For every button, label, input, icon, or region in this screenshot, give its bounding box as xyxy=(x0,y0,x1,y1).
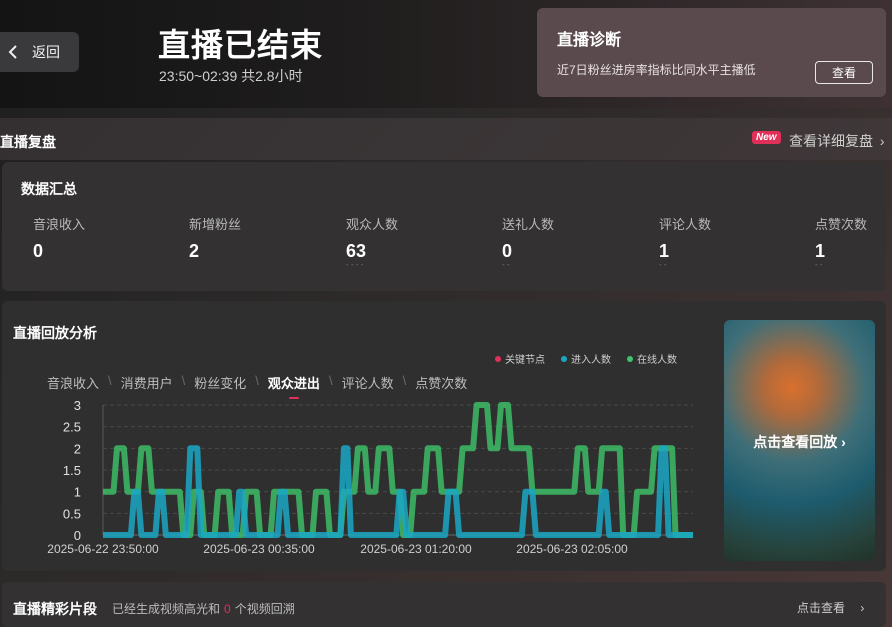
highlight-clips-card: 直播精彩片段 已经生成视频高光和 0 个视频回溯 点击查看 › xyxy=(2,582,886,627)
clips-view-link-label: 点击查看 xyxy=(797,601,846,615)
y-tick-label: 0.5 xyxy=(63,506,81,521)
replay-thumbnail[interactable]: 点击查看回放 › xyxy=(724,320,875,561)
x-tick-label: 2025-06-23 01:20:00 xyxy=(360,542,472,556)
clips-count: 0 xyxy=(224,602,231,616)
chevron-right-icon: › xyxy=(841,434,846,450)
replay-label: 点击查看回放 › xyxy=(753,434,846,450)
y-tick-label: 2 xyxy=(74,441,81,456)
y-tick-label: 1.5 xyxy=(63,463,81,478)
y-tick-label: 1 xyxy=(74,485,81,500)
highlight-clips-title: 直播精彩片段 xyxy=(13,601,97,617)
y-tick-label: 2.5 xyxy=(63,420,81,435)
x-tick-label: 2025-06-23 02:05:00 xyxy=(516,542,628,556)
y-tick-label: 0 xyxy=(74,528,81,543)
clips-view-link[interactable]: 点击查看 › xyxy=(797,599,864,616)
x-tick-label: 2025-06-23 00:35:00 xyxy=(203,542,315,556)
highlight-clips-desc: 已经生成视频高光和 0 个视频回溯 xyxy=(112,602,295,616)
y-tick-label: 3 xyxy=(74,398,81,413)
x-tick-label: 2025-06-22 23:50:00 xyxy=(47,542,159,556)
chevron-right-icon: › xyxy=(860,601,865,615)
